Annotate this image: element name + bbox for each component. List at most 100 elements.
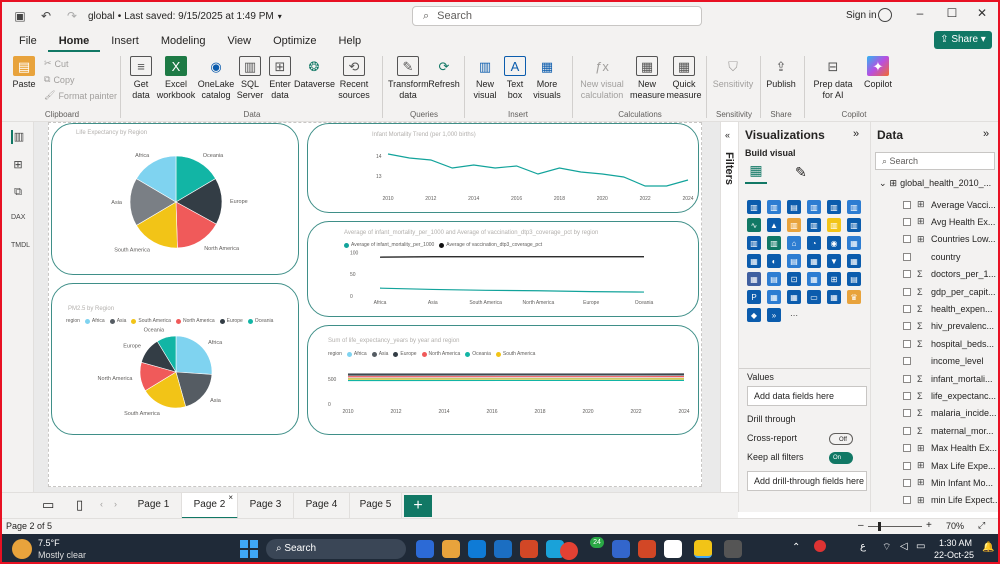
app-icon-edge[interactable]	[468, 540, 486, 558]
visual-type-icon[interactable]: ▥	[767, 200, 781, 214]
page-tab-5[interactable]: Page 5	[350, 493, 402, 519]
field-item[interactable]: Σlife_expectanc...	[903, 387, 998, 404]
visual-type-icon[interactable]: ▥	[847, 200, 861, 214]
visual-type-icon[interactable]: ▦	[747, 254, 761, 268]
taskbar-search[interactable]: ⌕ Search	[266, 539, 406, 559]
visual-type-icon[interactable]: ♛	[847, 290, 861, 304]
copilot-button[interactable]: ✦ Copilot	[860, 56, 896, 90]
field-checkbox[interactable]	[903, 217, 911, 226]
format-painter-button[interactable]: 🖌 Format painter	[44, 90, 117, 101]
recent-sources-button[interactable]: ⟲ Recent sources	[335, 56, 373, 101]
field-checkbox[interactable]	[903, 357, 911, 366]
visual-type-icon[interactable]: ▦	[787, 290, 801, 304]
field-checkbox[interactable]	[903, 444, 911, 453]
field-item[interactable]: Σgdp_per_capit...	[903, 283, 998, 300]
build-visual-tab-icon[interactable]: ▦	[745, 162, 767, 184]
pie-slice-africa[interactable]	[175, 335, 213, 375]
field-item[interactable]: Σhealth_expen...	[903, 300, 998, 317]
visual-type-icon[interactable]: P	[747, 290, 761, 304]
menu-help[interactable]: Help	[328, 30, 373, 52]
field-item[interactable]: ⊞ Avg Health Ex...	[903, 213, 998, 230]
menu-view[interactable]: View	[216, 30, 262, 52]
field-checkbox[interactable]	[903, 391, 911, 400]
field-item[interactable]: Σinfant_mortali...	[903, 370, 998, 387]
onelake-catalog-button[interactable]: ◉ OneLake catalog	[197, 56, 235, 101]
visual-type-icon[interactable]: ▦	[827, 290, 841, 304]
tmdl-view-icon[interactable]: TMDL	[11, 242, 30, 256]
visual-type-icon[interactable]: ▭	[807, 290, 821, 304]
user-avatar-icon[interactable]	[878, 8, 892, 22]
field-item[interactable]: Σhospital_beds...	[903, 335, 998, 352]
tray-chevron-icon[interactable]: ⌃	[792, 542, 800, 553]
field-item[interactable]: ⊞ Max Health Ex...	[903, 440, 998, 457]
field-item[interactable]: Σmaternal_mor...	[903, 422, 998, 439]
prep-data-for-ai-button[interactable]: ⊟ Prep data for AI	[808, 56, 858, 101]
visual-type-icon[interactable]: ▼	[827, 254, 841, 268]
field-checkbox[interactable]	[903, 339, 911, 348]
field-item[interactable]: Σdoctors_per_1...	[903, 266, 998, 283]
table-view-icon[interactable]: ⊞	[11, 158, 25, 172]
redo-icon[interactable]: ↷	[64, 8, 80, 24]
sql-server-button[interactable]: ▥ SQL Server	[236, 56, 264, 101]
visual-type-icon[interactable]: ▦	[847, 236, 861, 250]
refresh-button[interactable]: ⟳ Refresh	[428, 56, 460, 90]
visual-type-icon[interactable]: ▦	[807, 254, 821, 268]
sensitivity-button[interactable]: ⛉ Sensitivity	[710, 56, 756, 90]
visual-type-icon[interactable]: ▥	[847, 218, 861, 232]
zoom-slider[interactable]	[868, 526, 922, 527]
visual-type-icon[interactable]: ⌂	[787, 236, 801, 250]
clock-time[interactable]: 1:30 AM	[936, 538, 972, 548]
field-item[interactable]: income_level	[903, 353, 998, 370]
visual-pm25-pie[interactable]: PM2.5 by Region region Africa Asia South…	[51, 283, 299, 435]
field-checkbox[interactable]	[903, 200, 911, 209]
collapse-icon[interactable]: »	[983, 128, 989, 140]
model-view-icon[interactable]: ⧉	[11, 186, 25, 200]
paste-button[interactable]: ▤ Paste	[10, 56, 38, 90]
more-visuals-button[interactable]: ▦ More visuals	[530, 56, 564, 101]
visual-type-icon[interactable]: ▤	[767, 272, 781, 286]
visual-type-icon[interactable]: ◐	[767, 254, 781, 268]
maximize-icon[interactable]: ☐	[942, 6, 962, 24]
field-checkbox[interactable]	[903, 496, 911, 505]
mobile-layout-icon[interactable]: ▯	[76, 497, 83, 513]
visual-life-expectancy-pie[interactable]: Life Expectancy by Region Oceania Europe N…	[51, 123, 299, 275]
weather-icon[interactable]	[12, 539, 32, 559]
language-indicator[interactable]: ع	[860, 541, 866, 552]
share-button[interactable]: ⇪ Share ▾	[934, 31, 992, 49]
visual-type-icon[interactable]: ⋯	[787, 308, 801, 322]
add-page-button[interactable]: +	[404, 495, 432, 517]
excel-workbook-button[interactable]: X Excel workbook	[156, 56, 196, 101]
visual-type-icon[interactable]: ◆	[747, 308, 761, 322]
field-item[interactable]: ⊞ Countries Low...	[903, 231, 998, 248]
clock-date[interactable]: 22-Oct-25	[932, 550, 974, 560]
last-saved-text[interactable]: Last saved: 9/15/2025 at 1:49 PM	[124, 11, 274, 22]
field-checkbox[interactable]	[903, 270, 911, 279]
field-item[interactable]: ⊞ Max Life Expe...	[903, 457, 998, 474]
filters-pane-collapsed[interactable]: « Filters	[720, 122, 738, 492]
text-box-button[interactable]: A Text box	[502, 56, 528, 101]
menu-file[interactable]: File	[8, 30, 48, 52]
field-item[interactable]: country	[903, 248, 998, 265]
app-icon-folder[interactable]	[442, 540, 460, 558]
visual-type-icon[interactable]: ◔	[807, 236, 821, 250]
copy-button[interactable]: ⧉ Copy	[44, 74, 74, 85]
visual-type-icon[interactable]: ▥	[747, 200, 761, 214]
visual-type-icon[interactable]: ▥	[787, 218, 801, 232]
field-checkbox[interactable]	[903, 478, 911, 487]
visual-type-icon[interactable]: ▥	[767, 236, 781, 250]
signin-link[interactable]: Sign in	[846, 10, 877, 21]
visual-type-icon[interactable]: ▥	[807, 218, 821, 232]
save-icon[interactable]: ▣	[12, 8, 28, 24]
next-page-icon[interactable]: ›	[114, 499, 117, 509]
get-data-button[interactable]: ≡ Get data	[126, 56, 156, 101]
enter-data-button[interactable]: ⊞ Enter data	[266, 56, 294, 101]
transform-data-button[interactable]: ✎ Transform data	[388, 56, 429, 101]
desktop-layout-icon[interactable]: ▭	[42, 497, 54, 513]
page-tab-1[interactable]: Page 1	[126, 493, 182, 519]
keep-filters-toggle[interactable]: On	[829, 452, 853, 464]
close-page-icon[interactable]: ×	[228, 486, 233, 510]
search-box[interactable]: ⌕ Search	[412, 6, 702, 26]
field-item[interactable]: Σhiv_prevalenc...	[903, 318, 998, 335]
undo-icon[interactable]: ↶	[38, 8, 54, 24]
wifi-icon[interactable]: ⌔	[882, 541, 891, 554]
